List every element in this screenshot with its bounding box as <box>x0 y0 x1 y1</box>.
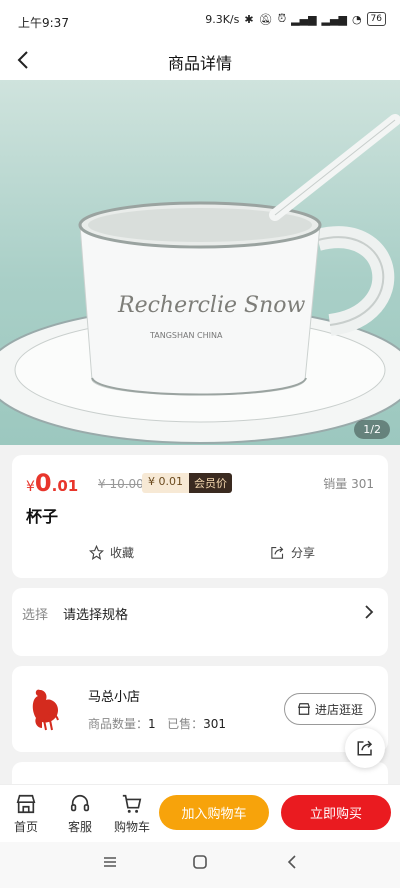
network-speed: 9.3K/s <box>205 12 240 26</box>
price-card: ¥ 0 .01 ¥ 10.00 ¥ 0.01 会员价 销量 301 杯子 收藏 … <box>12 455 388 578</box>
member-tag: 会员价 <box>189 473 232 493</box>
cup-sub-text: TANGSHAN CHINA <box>149 331 223 340</box>
headset-icon <box>70 794 90 812</box>
product-image: Recherclie Snow TANGSHAN CHINA <box>0 114 400 444</box>
tab-cart-label: 购物车 <box>113 820 150 834</box>
enter-shop-label: 进店逛逛 <box>314 702 363 717</box>
spec-label: 选择 <box>22 608 49 623</box>
menu-icon[interactable] <box>102 854 118 870</box>
signal-icon: ▂▄▆ <box>291 12 317 26</box>
status-bar: 上午9:37 9.3K/s ✱ 🔕︎ ⏰︎ ▂▄▆ ▂▄▆ ◔ 76 <box>0 0 400 40</box>
share-icon <box>271 546 284 559</box>
signal-icon-2: ▂▄▆ <box>321 12 347 26</box>
floating-share-button[interactable] <box>345 728 385 768</box>
battery-icon: 76 <box>366 12 386 26</box>
tab-service[interactable]: 客服 <box>58 793 102 835</box>
price-integer: 0 <box>34 469 52 497</box>
price-currency: ¥ <box>26 479 35 495</box>
product-count-label: 商品数量： <box>88 717 149 731</box>
share-icon <box>357 740 373 756</box>
favorite-label: 收藏 <box>110 546 135 560</box>
shop-name: 马总小店 <box>88 690 141 705</box>
tab-service-label: 客服 <box>67 820 92 834</box>
system-nav-bar <box>0 842 400 888</box>
star-icon <box>89 545 104 560</box>
bottom-action-bar: 首页 客服 购物车 加入购物车 立即购买 <box>0 784 400 842</box>
page-title: 商品详情 <box>167 54 232 73</box>
original-price: ¥ 10.00 <box>98 477 144 491</box>
sales-count: 销量 301 <box>323 477 374 491</box>
store-icon <box>16 794 36 814</box>
shop-logo <box>32 689 59 731</box>
status-time: 上午9:37 <box>18 16 69 30</box>
enter-shop-button[interactable]: 进店逛逛 <box>284 693 376 725</box>
share-label: 分享 <box>291 546 316 560</box>
product-name: 杯子 <box>26 507 59 526</box>
tab-home[interactable]: 首页 <box>4 793 48 835</box>
back-triangle-icon[interactable] <box>284 854 300 870</box>
price-decimal: .01 <box>51 477 79 495</box>
mute-icon: 🔕︎ <box>258 12 273 26</box>
bluetooth-icon: ✱ <box>244 12 254 26</box>
store-icon <box>297 703 311 715</box>
product-image-gallery[interactable]: Recherclie Snow TANGSHAN CHINA 1/2 <box>0 80 400 445</box>
tab-home-label: 首页 <box>13 820 38 834</box>
spec-selector[interactable]: 选择 请选择规格 <box>12 588 388 656</box>
alarm-icon: ⏰︎ <box>277 12 287 25</box>
home-square-icon[interactable] <box>192 854 208 870</box>
chevron-right-icon <box>365 605 374 619</box>
sold-label: 已售： <box>167 717 204 731</box>
favorite-button[interactable]: 收藏 <box>89 544 134 561</box>
tab-cart[interactable]: 购物车 <box>110 793 154 835</box>
cart-icon <box>122 794 142 813</box>
shop-card: 马总小店 商品数量：1 已售：301 进店逛逛 <box>12 666 388 752</box>
wifi-icon: ◔ <box>351 12 362 26</box>
image-counter: 1/2 <box>354 420 390 439</box>
spec-value: 请选择规格 <box>63 608 129 623</box>
sold-value: 301 <box>203 717 227 731</box>
share-button[interactable]: 分享 <box>270 544 315 561</box>
add-to-cart-button[interactable]: 加入购物车 <box>159 795 269 830</box>
nav-bar: 商品详情 <box>0 40 400 80</box>
member-price-badge: ¥ 0.01 会员价 <box>142 473 232 493</box>
shop-stats: 商品数量：1 已售：301 <box>88 715 226 732</box>
current-price: ¥ 0 .01 <box>26 469 78 497</box>
member-price: ¥ 0.01 <box>142 473 189 493</box>
cup-brand-text: Recherclie Snow <box>117 293 306 318</box>
product-count-value: 1 <box>148 717 156 731</box>
status-icons: 9.3K/s ✱ 🔕︎ ⏰︎ ▂▄▆ ▂▄▆ ◔ 76 <box>205 12 386 26</box>
buy-now-button[interactable]: 立即购买 <box>281 795 391 830</box>
